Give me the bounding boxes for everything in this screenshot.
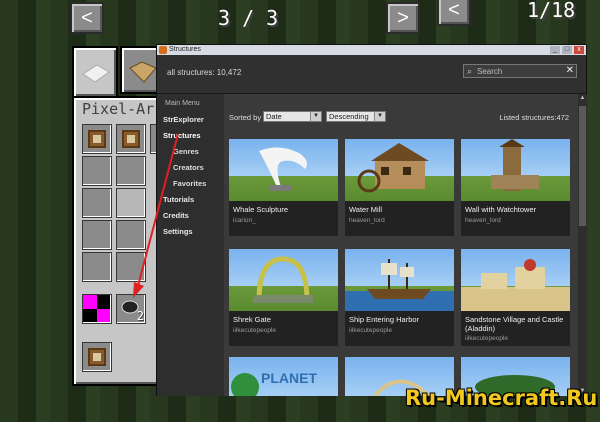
annotation-arrow [133,133,179,298]
watermark: Ru-Minecraft.Ru [405,386,598,410]
